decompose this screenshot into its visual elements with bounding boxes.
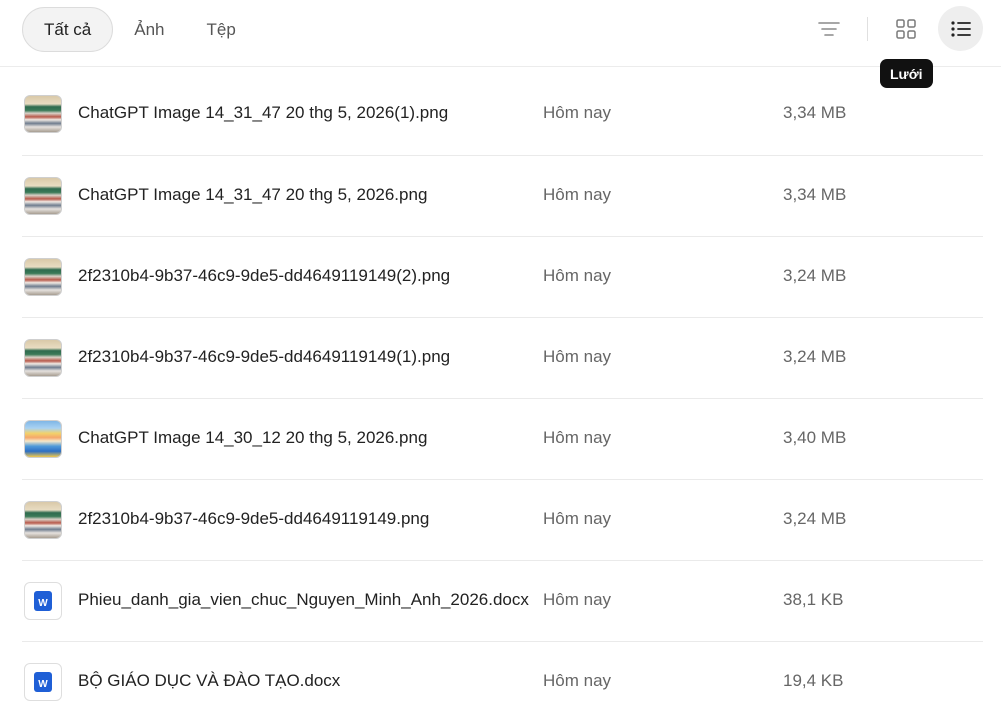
file-date: Hôm nay xyxy=(543,266,612,285)
file-size: 3,24 MB xyxy=(783,266,847,285)
image-thumbnail xyxy=(24,258,62,296)
file-name: Phieu_danh_gia_vien_chuc_Nguyen_Minh_Anh… xyxy=(78,590,529,609)
list-view-button[interactable] xyxy=(938,6,983,51)
file-row[interactable]: W BỘ GIÁO DỤC VÀ ĐÀO TẠO.docx Hôm nay 19… xyxy=(22,641,983,722)
filter-lines-icon xyxy=(818,22,840,36)
file-name: ChatGPT Image 14_31_47 20 thg 5, 2026.pn… xyxy=(78,185,428,204)
file-size: 3,40 MB xyxy=(783,428,847,447)
file-name: 2f2310b4-9b37-46c9-9de5-dd4649119149(1).… xyxy=(78,347,451,366)
file-list: ChatGPT Image 14_31_47 20 thg 5, 2026(1)… xyxy=(0,74,1001,722)
file-date: Hôm nay xyxy=(543,428,612,447)
file-size: 19,4 KB xyxy=(783,671,844,690)
file-size: 3,34 MB xyxy=(783,103,847,122)
file-size: 38,1 KB xyxy=(783,590,844,609)
file-date: Hôm nay xyxy=(543,103,612,122)
file-row[interactable]: 2f2310b4-9b37-46c9-9de5-dd4649119149.png… xyxy=(22,479,983,560)
image-thumbnail xyxy=(24,177,62,215)
file-size: 3,24 MB xyxy=(783,347,847,366)
file-date: Hôm nay xyxy=(543,671,612,690)
word-file-thumbnail: W xyxy=(24,582,62,620)
file-date: Hôm nay xyxy=(543,509,612,528)
word-file-thumbnail: W xyxy=(24,663,62,701)
file-row[interactable]: ChatGPT Image 14_30_12 20 thg 5, 2026.pn… xyxy=(22,398,983,479)
image-thumbnail xyxy=(24,339,62,377)
image-thumbnail xyxy=(24,501,62,539)
file-row[interactable]: 2f2310b4-9b37-46c9-9de5-dd4649119149(1).… xyxy=(22,317,983,398)
toolbar-divider xyxy=(867,17,868,41)
file-size: 3,24 MB xyxy=(783,509,847,528)
file-date: Hôm nay xyxy=(543,185,612,204)
file-row[interactable]: ChatGPT Image 14_31_47 20 thg 5, 2026(1)… xyxy=(22,74,983,155)
tab-all[interactable]: Tất cả xyxy=(22,7,114,52)
word-doc-icon: W xyxy=(34,591,52,611)
view-tooltip: Lưới xyxy=(880,59,933,88)
file-row[interactable]: ChatGPT Image 14_31_47 20 thg 5, 2026.pn… xyxy=(22,155,983,236)
grid-view-icon xyxy=(896,19,916,39)
file-name: ChatGPT Image 14_30_12 20 thg 5, 2026.pn… xyxy=(78,428,428,447)
file-row[interactable]: 2f2310b4-9b37-46c9-9de5-dd4649119149(2).… xyxy=(22,236,983,317)
image-thumbnail xyxy=(24,95,62,133)
file-date: Hôm nay xyxy=(543,590,612,609)
file-date: Hôm nay xyxy=(543,347,612,366)
sort-filter-button[interactable] xyxy=(810,11,848,47)
toolbar: Tất cả Ảnh Tệp xyxy=(0,0,1001,67)
tab-images[interactable]: Ảnh xyxy=(113,7,185,52)
file-name: ChatGPT Image 14_31_47 20 thg 5, 2026(1)… xyxy=(78,103,449,122)
file-name: 2f2310b4-9b37-46c9-9de5-dd4649119149(2).… xyxy=(78,266,451,285)
file-name: BỘ GIÁO DỤC VÀ ĐÀO TẠO.docx xyxy=(78,671,341,690)
file-size: 3,34 MB xyxy=(783,185,847,204)
word-doc-icon: W xyxy=(34,672,52,692)
image-thumbnail xyxy=(24,420,62,458)
file-name: 2f2310b4-9b37-46c9-9de5-dd4649119149.png xyxy=(78,509,430,528)
grid-view-button[interactable] xyxy=(887,10,925,48)
tab-files[interactable]: Tệp xyxy=(186,7,257,52)
filter-tabs: Tất cả Ảnh Tệp xyxy=(22,7,257,52)
file-row[interactable]: W Phieu_danh_gia_vien_chuc_Nguyen_Minh_A… xyxy=(22,560,983,641)
list-view-icon xyxy=(950,20,971,37)
